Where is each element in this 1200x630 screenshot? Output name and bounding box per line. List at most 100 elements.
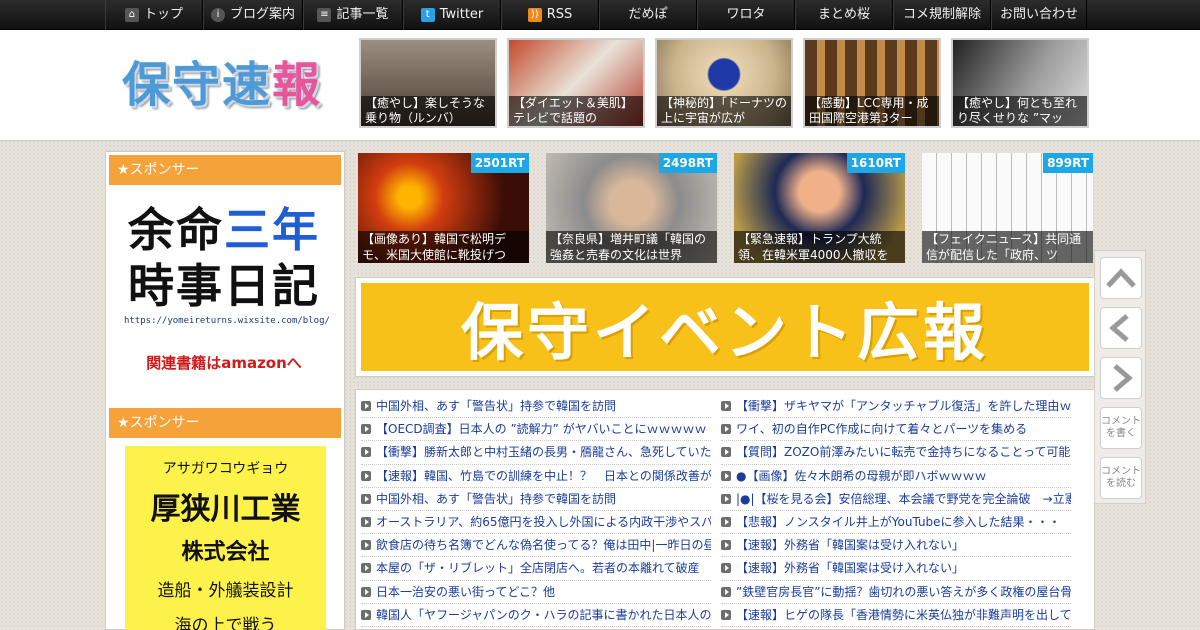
- article-link-text: 日本一治安の悪い街ってどこ？他: [376, 584, 556, 599]
- link-list-left: 中国外相、あす「警告状」持参で韓国を訪問 【OECD調査】日本人の ”読解力” が…: [361, 395, 711, 627]
- retweet-count-badge: 2501RT: [470, 153, 529, 173]
- arrow-bullet-icon: [721, 609, 731, 620]
- ad-company-type: 株式会社: [181, 540, 270, 565]
- info-icon: i: [210, 8, 225, 22]
- nav-item-comment-unban[interactable]: コメ規制解除: [893, 0, 991, 30]
- ranking-caption: 【緊急速報】トランプ大統領、在韓米軍4000人撤収を: [734, 231, 905, 263]
- arrow-bullet-icon: [721, 401, 731, 412]
- featured-article-1[interactable]: 【癒やし】楽しそうな乗り物（ルンバ）: [359, 38, 497, 128]
- arrow-bullet-icon: [721, 470, 731, 481]
- ad-text: 三年: [224, 203, 320, 257]
- article-link[interactable]: ”鉄壁官房長官”に動揺？歯切れの悪い答えが多く政権の屋台骨: [721, 581, 1071, 604]
- nav-label: トップ: [143, 7, 183, 22]
- arrow-bullet-icon: [721, 586, 731, 597]
- nav-label: コメ規制解除: [902, 7, 981, 22]
- nav-item-contact[interactable]: お問い合わせ: [991, 0, 1087, 30]
- article-link[interactable]: 日本一治安の悪い街ってどこ？他: [361, 581, 711, 604]
- article-link[interactable]: 【速報】外務省「韓国案は受け入れない」: [721, 534, 1071, 558]
- next-article-button[interactable]: [1100, 357, 1142, 399]
- arrow-bullet-icon: [361, 517, 371, 528]
- nav-label: まとめ桜: [817, 7, 870, 22]
- arrow-bullet-icon: [721, 540, 731, 551]
- article-link-text: オーストラリア、約65億円を投入し外国による内政干渉やスパ: [376, 515, 711, 530]
- chevron-up-icon: [1106, 268, 1136, 288]
- previous-article-button[interactable]: [1100, 307, 1142, 349]
- retweet-count-badge: 899RT: [1043, 153, 1093, 173]
- article-link[interactable]: 【速報】韓国、竹島での訓練を中止！？ 日本との関係改善が: [361, 465, 711, 488]
- arrow-bullet-icon: [361, 540, 371, 551]
- article-link[interactable]: 飲食店の待ち名簿でどんな偽名使ってる？俺は田中|一昨日の昼: [361, 534, 711, 558]
- article-link[interactable]: 【速報】外務省「韓国案は受け入れない」: [721, 557, 1071, 581]
- ranking-article-3[interactable]: 1610RT 【緊急速報】トランプ大統領、在韓米軍4000人撤収を: [734, 153, 905, 263]
- list-icon: ≡: [317, 8, 332, 22]
- nav-item-twitter[interactable]: t Twitter: [403, 0, 501, 30]
- article-link[interactable]: 【衝撃】勝新太郎と中村玉緒の長男・鴈龍さん、急死していた: [361, 441, 711, 465]
- nav-item-article-list[interactable]: ≡ 記事一覧: [303, 0, 403, 30]
- ad-service: 造船・外艤装設計: [157, 581, 294, 601]
- article-link[interactable]: 韓国人「ヤフージャパンのク・ハラの記事に書かれた日本人の: [361, 604, 711, 627]
- read-comments-button[interactable]: コメントを読む: [1100, 457, 1142, 499]
- article-link-text: 【速報】外務省「韓国案は受け入れない」: [736, 561, 965, 576]
- ad-text: 余命: [128, 203, 224, 257]
- article-link[interactable]: 中国外相、あす「警告状」持参で韓国を訪問: [361, 395, 711, 419]
- home-icon: ⌂: [124, 8, 139, 22]
- ranking-article-2[interactable]: 2498RT 【奈良県】増井町議「韓国の強姦と売春の文化は世界: [546, 153, 717, 263]
- article-link[interactable]: ●【画像】佐々木朗希の母親が即ハボｗｗｗｗ: [721, 465, 1071, 488]
- article-link[interactable]: オーストラリア、約65億円を投入し外国による内政干渉やスパ: [361, 511, 711, 535]
- scroll-top-button[interactable]: [1100, 257, 1142, 299]
- floating-side-nav: コメントを書く コメントを読む: [1094, 250, 1146, 504]
- read-comments-label: コメントを読む: [1101, 466, 1141, 489]
- sponsor-ad-asagawa[interactable]: アサガワコウギョウ 厚狭川工業 株式会社 造船・外艤装設計 海の上で戦う: [125, 446, 326, 630]
- article-link[interactable]: 【速報】ヒゲの隊長「香港情勢に米英仏独が非難声明を出して: [721, 604, 1071, 627]
- article-link[interactable]: ワイ、初の自作PC作成に向けて着々とパーツを集める: [721, 418, 1071, 442]
- sponsor-ad-yomei[interactable]: 余命三年 時事日記 https://yomeireturns.wixsite.c…: [124, 202, 330, 382]
- article-link[interactable]: 中国外相、あす「警告状」持参で韓国を訪問: [361, 488, 711, 511]
- article-link[interactable]: |●|【桜を見る会】安倍総理、本会議で野党を完全論破 →立憲: [721, 488, 1071, 511]
- article-link-text: 中国外相、あす「警告状」持参で韓国を訪問: [376, 399, 617, 414]
- event-banner[interactable]: 保守イベント広報: [355, 277, 1095, 377]
- article-link-text: 韓国人「ヤフージャパンのク・ハラの記事に書かれた日本人の: [376, 607, 711, 622]
- featured-caption: 【感動】LCC専用・成田国際空港第3ター: [805, 96, 939, 126]
- ad-title-line1: 余命三年: [124, 202, 324, 258]
- article-link[interactable]: 【質問】ZOZO前澤みたいに転売で金持ちになることって可能か: [721, 441, 1071, 465]
- article-link-text: |●|【桜を見る会】安倍総理、本会議で野党を完全論破 →立憲: [736, 491, 1071, 506]
- featured-article-3[interactable]: 【神秘的】「ドーナツの上に宇宙が広が: [655, 38, 793, 128]
- article-link-lists: 中国外相、あす「警告状」持参で韓国を訪問 【OECD調査】日本人の ”読解力” が…: [355, 389, 1095, 630]
- article-link-text: 【速報】外務省「韓国案は受け入れない」: [736, 538, 965, 553]
- nav-item-rss[interactable]: )) RSS: [501, 0, 599, 30]
- site-header: 保守速報 【癒やし】楽しそうな乗り物（ルンバ） 【ダイエット＆美肌】テレビで話題…: [0, 30, 1200, 141]
- nav-item-top[interactable]: ⌂ トップ: [105, 0, 203, 30]
- write-comment-label: コメントを書く: [1101, 416, 1141, 439]
- nav-item-warota[interactable]: ワロタ: [697, 0, 795, 30]
- ad-company-name: 厚狭川工業: [150, 492, 301, 527]
- featured-article-2[interactable]: 【ダイエット＆美肌】テレビで話題の: [507, 38, 645, 128]
- arrow-bullet-icon: [361, 609, 371, 620]
- site-logo[interactable]: 保守速報: [122, 52, 322, 118]
- article-link[interactable]: 【悲報】ノンスタイル井上がYouTubeに参入した結果・・・: [721, 511, 1071, 535]
- article-link[interactable]: 【衝撃】ザキヤマが「アンタッチャブル復活」を許した理由ｗ: [721, 395, 1071, 419]
- rss-icon: )): [527, 8, 542, 22]
- arrow-bullet-icon: [721, 517, 731, 528]
- article-link-text: ”鉄壁官房長官”に動揺？歯切れの悪い答えが多く政権の屋台骨: [736, 584, 1071, 599]
- ranking-caption: 【奈良県】増井町議「韓国の強姦と売春の文化は世界: [546, 231, 717, 263]
- nav-item-matome-sakura[interactable]: まとめ桜: [795, 0, 893, 30]
- nav-item-damepo[interactable]: だめぽ: [599, 0, 697, 30]
- ad-amazon-link[interactable]: 関連書籍はamazonへ: [124, 352, 324, 373]
- nav-label: ブログ案内: [229, 7, 295, 22]
- write-comment-button[interactable]: コメントを書く: [1100, 407, 1142, 449]
- featured-article-5[interactable]: 【癒やし】何とも至れり尽くせりな ”マッ: [951, 38, 1089, 128]
- featured-article-4[interactable]: 【感動】LCC専用・成田国際空港第3ター: [803, 38, 941, 128]
- ranking-caption: 【画像あり】韓国で松明デモ、米国大使館に靴投げつ: [358, 231, 529, 263]
- logo-text-hoshu: 保守: [122, 57, 223, 113]
- nav-label: お問い合わせ: [999, 7, 1078, 22]
- ranking-article-4[interactable]: 899RT 【フェイクニュース】共同通信が配信した「政府、ツ: [922, 153, 1093, 263]
- arrow-bullet-icon: [361, 586, 371, 597]
- article-link[interactable]: 【OECD調査】日本人の ”読解力” がヤバいことにｗｗｗｗｗ: [361, 418, 711, 442]
- ranking-article-1[interactable]: 2501RT 【画像あり】韓国で松明デモ、米国大使館に靴投げつ: [358, 153, 529, 263]
- ad-tagline: 海の上で戦う: [174, 616, 277, 630]
- ranking-caption: 【フェイクニュース】共同通信が配信した「政府、ツ: [922, 231, 1093, 263]
- article-link[interactable]: 本屋の「ザ・リブレット」全店閉店へ。若者の本離れて破産: [361, 557, 711, 581]
- featured-caption: 【神秘的】「ドーナツの上に宇宙が広が: [657, 96, 791, 126]
- nav-item-blog-guide[interactable]: i ブログ案内: [203, 0, 303, 30]
- twitter-icon: t: [420, 8, 435, 22]
